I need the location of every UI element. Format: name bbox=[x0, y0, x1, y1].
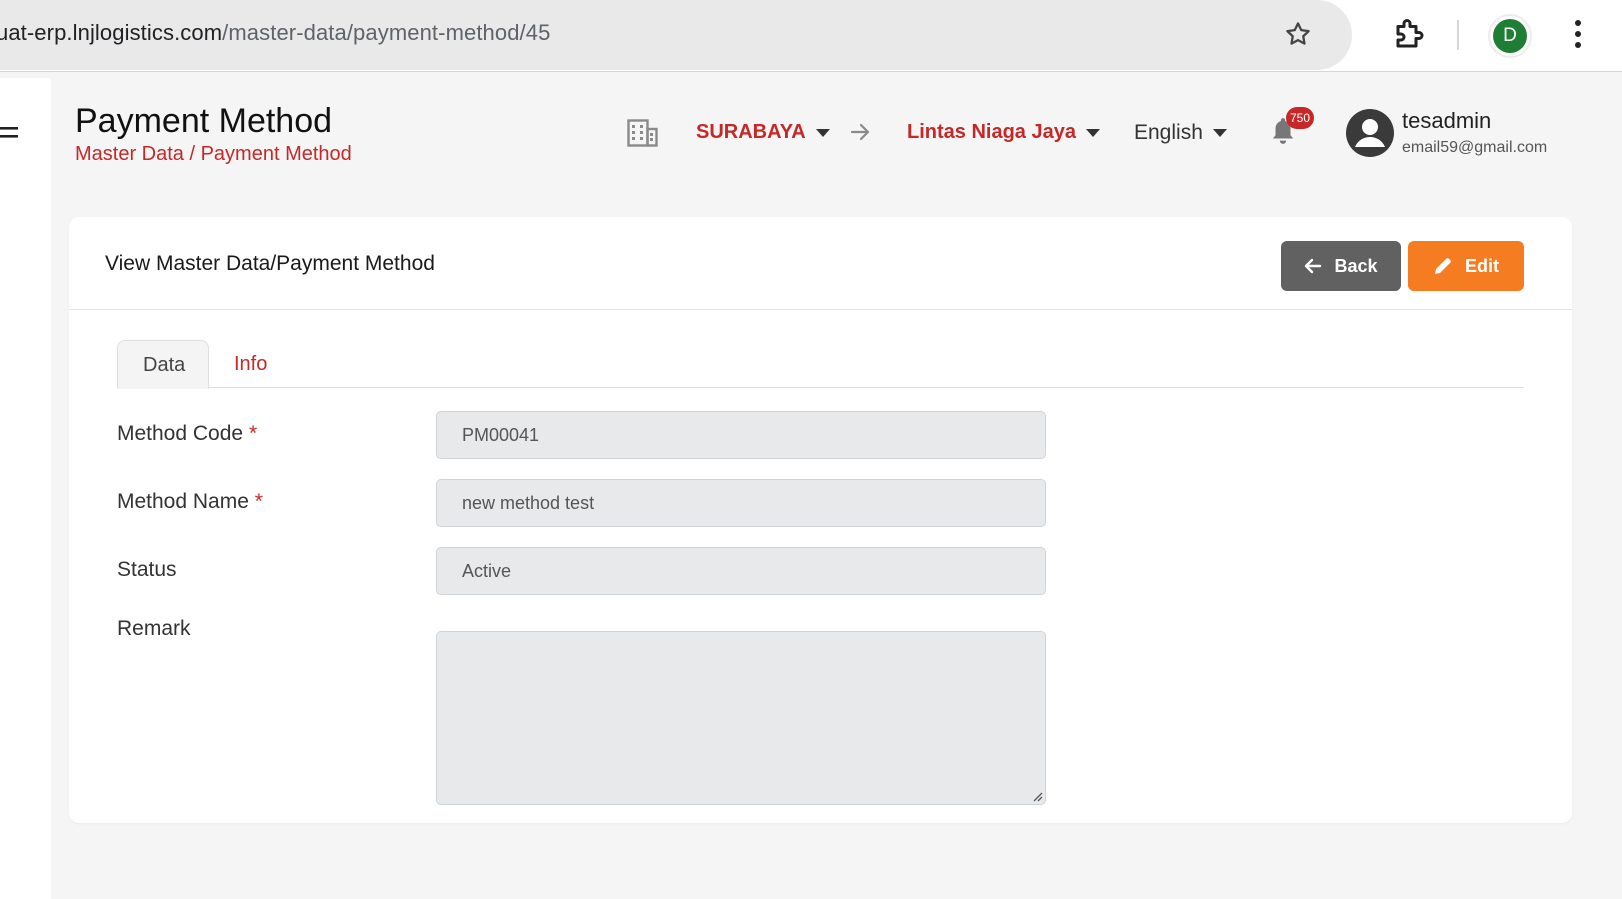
status-field[interactable]: Active bbox=[436, 547, 1046, 595]
user-email: email59@gmail.com bbox=[1402, 139, 1548, 156]
method-code-label: Method Code * bbox=[117, 422, 257, 446]
chevron-down-icon bbox=[1085, 128, 1100, 137]
branch-selector[interactable]: SURABAYA bbox=[696, 121, 830, 144]
edit-button-label: Edit bbox=[1465, 255, 1499, 276]
language-selector[interactable]: English bbox=[1134, 121, 1227, 145]
back-button-label: Back bbox=[1334, 255, 1378, 276]
required-mark: * bbox=[254, 490, 263, 513]
method-code-field[interactable]: PM00041 bbox=[436, 411, 1046, 459]
method-code-label-text: Method Code bbox=[117, 422, 244, 445]
extensions-puzzle-icon[interactable] bbox=[1392, 16, 1428, 52]
language-label: English bbox=[1134, 121, 1203, 144]
back-button[interactable]: Back bbox=[1281, 241, 1401, 291]
pencil-icon bbox=[1435, 258, 1451, 274]
status-label: Status bbox=[117, 558, 177, 581]
company-selector[interactable]: Lintas Niaga Jaya bbox=[907, 121, 1100, 144]
browser-toolbar: uat-erp.lnjlogistics.com/master-data/pay… bbox=[0, 0, 1622, 72]
address-bar[interactable]: uat-erp.lnjlogistics.com/master-data/pay… bbox=[0, 0, 1352, 70]
chevron-down-icon bbox=[1212, 129, 1227, 138]
company-label: Lintas Niaga Jaya bbox=[907, 121, 1076, 143]
user-name[interactable]: tesadmin bbox=[1402, 108, 1491, 134]
card-title: View Master Data/Payment Method bbox=[105, 252, 435, 275]
method-name-label: Method Name * bbox=[117, 490, 263, 514]
chevron-down-icon bbox=[815, 128, 830, 137]
tab-info[interactable]: Info bbox=[209, 340, 292, 389]
page-title: Payment Method bbox=[75, 102, 333, 140]
remark-label: Remark bbox=[117, 617, 191, 640]
arrow-right-icon bbox=[850, 123, 870, 141]
required-mark: * bbox=[248, 422, 258, 445]
method-name-field[interactable]: new method test bbox=[436, 479, 1046, 527]
profile-initial: D bbox=[1493, 19, 1527, 53]
remark-textarea[interactable] bbox=[436, 631, 1046, 805]
tab-bar: Data Info bbox=[117, 340, 1524, 389]
browser-menu-icon[interactable] bbox=[1574, 18, 1582, 50]
bookmark-star-icon[interactable] bbox=[1283, 19, 1313, 49]
resize-grip-icon[interactable] bbox=[1031, 790, 1043, 802]
toolbar-separator bbox=[1457, 20, 1459, 50]
profile-avatar-button[interactable]: D bbox=[1488, 14, 1532, 58]
url-path: /master-data/payment-method/45 bbox=[222, 20, 551, 45]
method-name-label-text: Method Name bbox=[117, 490, 249, 513]
breadcrumb[interactable]: Master Data / Payment Method bbox=[75, 143, 352, 166]
url-text[interactable]: uat-erp.lnjlogistics.com/master-data/pay… bbox=[0, 20, 550, 46]
sidebar bbox=[0, 78, 51, 899]
branch-label: SURABAYA bbox=[696, 121, 806, 143]
user-avatar-icon[interactable] bbox=[1346, 109, 1394, 157]
card-header: View Master Data/Payment Method Back Edi… bbox=[69, 217, 1572, 310]
building-icon bbox=[627, 119, 658, 147]
tab-data[interactable]: Data bbox=[117, 340, 209, 389]
url-host: uat-erp.lnjlogistics.com bbox=[0, 20, 223, 45]
notification-count-badge: 750 bbox=[1286, 107, 1315, 129]
menu-toggle-icon[interactable] bbox=[0, 125, 20, 141]
arrow-left-icon bbox=[1305, 258, 1322, 274]
view-card: View Master Data/Payment Method Back Edi… bbox=[69, 217, 1572, 823]
edit-button[interactable]: Edit bbox=[1408, 241, 1524, 291]
